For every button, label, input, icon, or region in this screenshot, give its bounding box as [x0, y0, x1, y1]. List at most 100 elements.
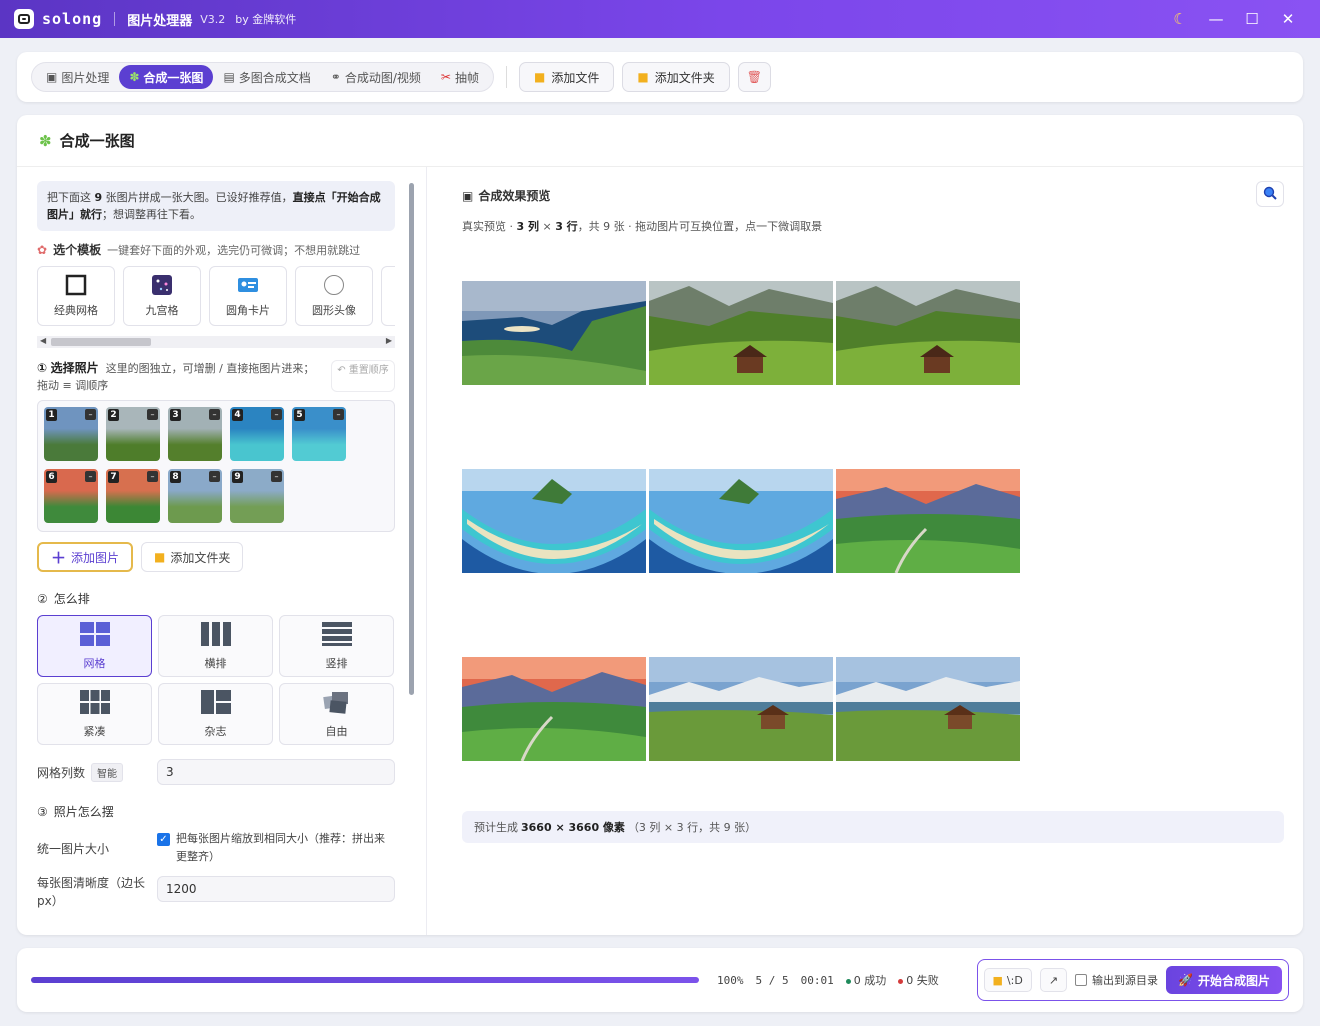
template-more[interactable] — [381, 266, 395, 326]
layout-magazine[interactable]: 杂志 — [158, 683, 273, 745]
subtitle-rows: 3 行 — [555, 220, 578, 233]
template-round-avatar[interactable]: 圆形头像 — [295, 266, 373, 326]
tip-text: ；想调整再往下看。 — [102, 208, 201, 221]
grid-cols-input[interactable]: 3 — [157, 759, 395, 785]
photo-thumb[interactable]: 4– — [230, 407, 284, 461]
magazine-icon — [200, 689, 231, 717]
remove-photo-icon[interactable]: – — [85, 471, 96, 482]
template-label: 九宫格 — [145, 304, 179, 317]
template-label: 圆角卡片 — [226, 304, 270, 317]
photo-thumb[interactable]: 5– — [292, 407, 346, 461]
smart-chip[interactable]: 智能 — [91, 762, 124, 782]
add-file-button[interactable]: ■ 添加文件 — [518, 62, 615, 92]
clarity-input[interactable]: 1200 — [157, 876, 395, 902]
layout-vertical[interactable]: 竖排 — [279, 615, 394, 677]
photo-thumb[interactable]: 8– — [168, 469, 222, 523]
success-count: 0 成功 — [845, 972, 886, 988]
panel-header: ✽ 合成一张图 — [17, 115, 1303, 167]
preview-image[interactable] — [462, 469, 646, 574]
photo-number: 1 — [46, 409, 57, 421]
remove-photo-icon[interactable]: – — [209, 471, 220, 482]
open-output-button[interactable]: ↗ — [1039, 968, 1068, 992]
elapsed-time: 00:01 — [800, 973, 834, 987]
photo-thumb[interactable]: 3– — [168, 407, 222, 461]
preview-image[interactable] — [649, 657, 833, 761]
tab-label: 合成动图/视频 — [344, 70, 421, 85]
subtitle-text: × — [538, 220, 556, 233]
vendor-label: by 金牌软件 — [235, 13, 297, 26]
photo-thumb[interactable]: 6– — [44, 469, 98, 523]
photo-thumb[interactable]: 1– — [44, 407, 98, 461]
layout-horizontal[interactable]: 横排 — [158, 615, 273, 677]
layout-grid[interactable]: 网格 — [37, 615, 152, 677]
section-number: ③ — [37, 804, 48, 819]
output-path-button[interactable]: ■ \:D — [983, 968, 1032, 992]
add-file-label: 添加文件 — [551, 70, 600, 85]
photo-row: 1–2–3–4–5– — [44, 407, 388, 461]
rocket-icon: 🚀 — [1178, 973, 1193, 987]
layout-compact[interactable]: 紧凑 — [37, 683, 152, 745]
remove-photo-icon[interactable]: – — [333, 409, 344, 420]
preview-subtitle: 真实预览 · 3 列 × 3 行，共 9 张 · 拖动图片可互换位置，点一下微调… — [462, 218, 1284, 234]
scroll-left-icon[interactable]: ◀ — [40, 336, 46, 345]
add-image-button[interactable]: ＋ 添加图片 — [37, 542, 134, 572]
remove-photo-icon[interactable]: – — [209, 409, 220, 420]
fail-count: 0 失败 — [898, 972, 939, 988]
remove-photo-icon[interactable]: – — [85, 409, 96, 420]
external-link-icon: ↗ — [1048, 973, 1059, 987]
preview-image[interactable] — [649, 281, 833, 385]
tab-image-process[interactable]: ▣ 图片处理 — [36, 65, 119, 89]
output-source-option[interactable]: 输出到源目录 — [1075, 972, 1158, 988]
remove-photo-icon[interactable]: – — [147, 409, 158, 420]
template-classic-grid[interactable]: 经典网格 — [37, 266, 115, 326]
remove-photo-icon[interactable]: – — [147, 471, 158, 482]
preview-image[interactable] — [836, 281, 1020, 385]
preview-image[interactable] — [836, 469, 1020, 574]
reset-order-button[interactable]: ↶ 重置顺序 — [331, 360, 395, 392]
left-scrollbar[interactable] — [409, 183, 414, 695]
add-folder-label: 添加文件夹 — [170, 550, 231, 565]
preview-row — [462, 281, 1022, 385]
preview-image[interactable] — [462, 281, 646, 385]
layout-label: 紧凑 — [83, 724, 106, 738]
tip-count: 9 — [94, 191, 103, 204]
photo-thumb[interactable]: 9– — [230, 469, 284, 523]
preview-image[interactable] — [836, 657, 1020, 761]
preview-image[interactable] — [462, 657, 646, 762]
output-source-checkbox[interactable] — [1075, 974, 1088, 986]
layout-free[interactable]: 自由 — [279, 683, 394, 745]
columns-icon — [200, 621, 231, 649]
close-icon[interactable]: ✕ — [1270, 10, 1306, 28]
folder-icon: ■ — [533, 70, 546, 84]
photo-thumb[interactable]: 7– — [106, 469, 160, 523]
template-nine-grid[interactable]: 九宫格 — [123, 266, 201, 326]
add-folder-button[interactable]: ■ 添加文件夹 — [141, 542, 244, 572]
photo-number: 7 — [108, 471, 119, 483]
remove-photo-icon[interactable]: – — [271, 409, 282, 420]
tip-text: 张图片拼成一张大图。已设好推荐值， — [102, 191, 293, 204]
tab-frames[interactable]: ✂ 抽帧 — [431, 65, 489, 89]
minimize-icon[interactable]: — — [1198, 10, 1234, 28]
preview-image[interactable] — [649, 469, 833, 574]
add-folder-button[interactable]: ■ 添加文件夹 — [622, 62, 730, 92]
template-scrollbar[interactable]: ◀ ▶ — [37, 336, 395, 348]
scroll-thumb[interactable] — [51, 338, 151, 346]
tab-gif-video[interactable]: ⚭ 合成动图/视频 — [321, 65, 431, 89]
moon-icon[interactable]: ☾ — [1162, 10, 1198, 28]
start-compose-button[interactable]: 🚀 开始合成图片 — [1166, 966, 1282, 994]
add-photo-row: ＋ 添加图片 ■ 添加文件夹 — [37, 542, 395, 572]
remove-photo-icon[interactable]: – — [271, 471, 282, 482]
photo-thumb[interactable]: 2– — [106, 407, 160, 461]
template-round-card[interactable]: 圆角卡片 — [209, 266, 287, 326]
unify-size-checkbox[interactable]: ✓ — [157, 833, 170, 846]
fail-dot-icon — [898, 978, 904, 984]
maximize-icon[interactable]: ☐ — [1234, 10, 1270, 28]
clear-button[interactable]: 🗑 — [737, 62, 771, 92]
scroll-right-icon[interactable]: ▶ — [386, 336, 392, 345]
arrange-section-header: ③ 照片怎么摆 — [37, 803, 395, 820]
tab-multi-doc[interactable]: ▤ 多图合成文档 — [213, 65, 320, 89]
section-number: ① — [37, 361, 48, 375]
tab-combine-one[interactable]: ✽ 合成一张图 — [119, 65, 214, 89]
palette-icon: ✿ — [37, 242, 48, 257]
zoom-button[interactable] — [1256, 181, 1284, 207]
